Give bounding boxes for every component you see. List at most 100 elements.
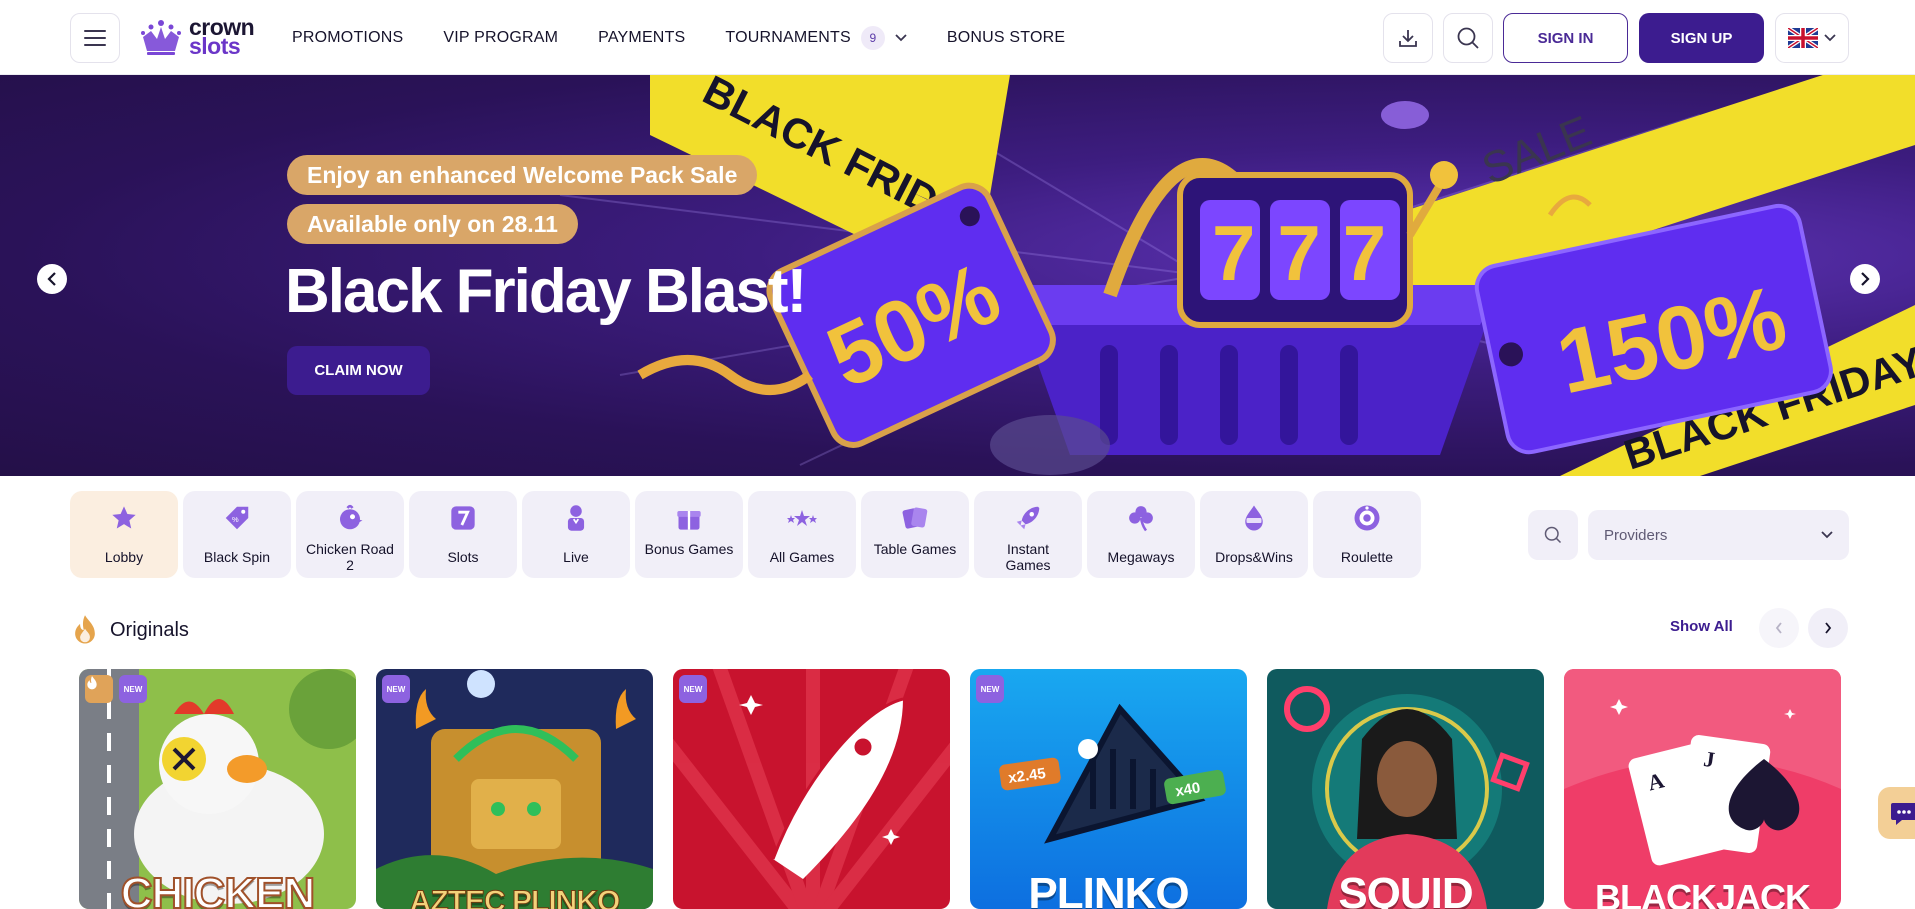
game-title: AZTEC PLINKO [409,885,621,909]
promo-pill-offer: Enjoy an enhanced Welcome Pack Sale [287,155,758,195]
gift-icon [677,511,701,530]
stars-icon [787,510,817,526]
hero-banner: BLACK FRIDAY SALE BLACK FRIDAY 777 50% 1… [0,75,1915,476]
new-badge: NEW [679,675,707,703]
show-all-link[interactable]: Show All [1670,618,1733,635]
hot-badge [85,675,113,703]
sign-in-button[interactable]: SIGN IN [1503,13,1628,63]
sign-up-button[interactable]: SIGN UP [1639,13,1764,63]
providers-dropdown[interactable]: Providers [1588,510,1849,560]
nav-tournaments[interactable]: TOURNAMENTS 9 [725,25,907,50]
language-selector[interactable] [1775,13,1849,63]
flame-icon [75,615,95,644]
category-label: Lobby [104,549,144,565]
category-bonus-games[interactable]: Bonus Games [635,491,743,578]
category-label: Drops&Wins [1215,549,1293,565]
game-card-squid[interactable]: SQUID [1267,669,1544,909]
download-button[interactable] [1383,13,1433,63]
new-badge: NEW [976,675,1004,703]
rocket-icon [1016,506,1040,530]
new-badge: NEW [119,675,147,703]
menu-button[interactable] [70,13,120,63]
category-label: All Games [769,549,835,565]
carousel-prev-button[interactable] [1759,608,1799,648]
category-all-games[interactable]: All Games [748,491,856,578]
chevron-right-icon [1861,272,1870,286]
clover-icon [1129,506,1153,532]
category-lobby[interactable]: Lobby [70,491,178,578]
crown-icon [141,20,181,55]
svg-text:%: % [232,515,239,524]
category-tabs: Lobby % Black Spin Chicken Road 2 Slots … [70,491,1421,578]
nav-tournaments-label: TOURNAMENTS [725,28,851,46]
game-card-aztec-plinko[interactable]: NEW AZTEC PLINKO [376,669,653,909]
dealer-icon [567,505,585,531]
game-title: CHICKEN [120,868,316,909]
category-label: Chicken Road 2 [306,541,394,573]
claim-now-button[interactable]: CLAIM NOW [287,346,430,395]
drops-wins-icon [1245,505,1263,531]
section-title: Originals [110,618,189,641]
game-title: PLINKO [1028,869,1189,909]
chevron-down-icon [895,33,907,41]
category-label: Megaways [1107,549,1175,565]
category-label: Slots [447,549,479,565]
game-art-blackjack: A J [1564,669,1841,909]
cards-icon [902,507,928,529]
category-roulette[interactable]: Roulette [1313,491,1421,578]
chat-icon [1891,803,1915,825]
category-instant-games[interactable]: Instant Games [974,491,1082,578]
game-search-button[interactable] [1528,510,1578,560]
category-live[interactable]: Live [522,491,630,578]
nav-vip-program[interactable]: VIP PROGRAM [443,29,558,47]
download-icon [1399,30,1417,47]
chevron-left-icon [1775,622,1782,634]
star-icon [112,506,136,529]
game-card-chicken[interactable]: NEW CHICKEN [79,669,356,909]
uk-flag-icon [1788,28,1818,48]
game-card-blackjack[interactable]: A J BLACKJACK [1564,669,1841,909]
roulette-icon [1354,505,1380,531]
chicken-icon [340,504,363,530]
carousel-next-button[interactable] [1808,608,1848,648]
promo-pill-date: Available only on 28.11 [287,204,578,244]
logo[interactable]: crown slots [139,15,267,59]
site-header: crown slots PROMOTIONS VIP PROGRAM PAYME… [0,0,1915,75]
category-megaways[interactable]: Megaways [1087,491,1195,578]
hamburger-icon [84,30,106,46]
nav-payments[interactable]: PAYMENTS [598,29,685,47]
game-title: BLACKJACK [1595,877,1811,909]
chevron-left-icon [47,272,56,286]
hero-prev-button[interactable] [37,264,67,294]
search-icon [1544,526,1562,544]
providers-dropdown-label: Providers [1604,526,1668,544]
category-table-games[interactable]: Table Games [861,491,969,578]
tournaments-count-badge: 9 [860,25,885,50]
category-drops-wins[interactable]: Drops&Wins [1200,491,1308,578]
originals-carousel: NEW CHICKEN NEW AZTEC PLINKO NEW x2.45 x… [79,669,1841,909]
category-label: Live [563,549,589,565]
search-button[interactable] [1443,13,1493,63]
chevron-down-icon [1824,34,1836,42]
category-slots[interactable]: Slots [409,491,517,578]
search-icon [1457,27,1479,49]
hero-next-button[interactable] [1850,264,1880,294]
chevron-right-icon [1825,622,1832,634]
game-card-plinko[interactable]: x2.45 x40 NEW PLINKO [970,669,1247,909]
game-title: SQUID [1338,869,1473,909]
nav-bonus-store[interactable]: BONUS STORE [947,29,1065,47]
hero-title: Black Friday Blast! [285,257,807,326]
new-badge: NEW [382,675,410,703]
support-chat-button[interactable] [1878,787,1915,839]
nav-promotions[interactable]: PROMOTIONS [292,29,403,47]
game-card-rocket[interactable]: NEW [673,669,950,909]
game-art-rocket [673,669,950,909]
slot-seven-icon [451,506,475,530]
category-chicken-road-2[interactable]: Chicken Road 2 [296,491,404,578]
originals-header: Originals [70,610,189,650]
flame-icon [87,676,97,690]
game-art-aztec-plinko [376,669,653,909]
main-nav: PROMOTIONS VIP PROGRAM PAYMENTS TOURNAME… [292,0,1105,75]
category-label: Table Games [873,541,957,557]
category-black-spin[interactable]: % Black Spin [183,491,291,578]
